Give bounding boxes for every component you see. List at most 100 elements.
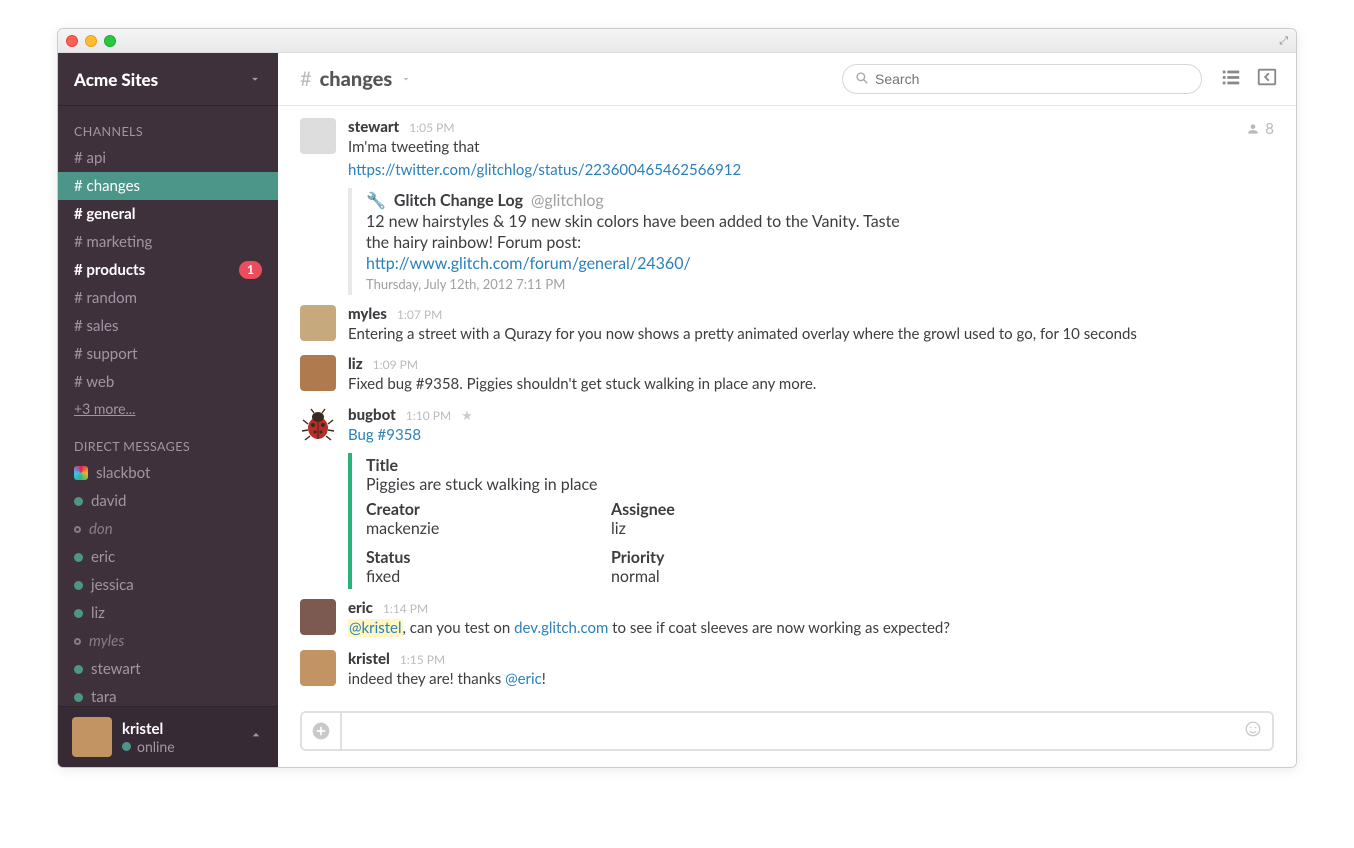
presence-dot-icon	[74, 581, 83, 590]
channel-label: # marketing	[74, 230, 152, 254]
field-label: Assignee	[611, 500, 856, 519]
message-author[interactable]: myles	[348, 305, 387, 323]
link[interactable]: https://twitter.com/glitchlog/status/223…	[348, 161, 741, 179]
message-time: 1:15 PM	[400, 652, 445, 667]
sidebar-channel-sales[interactable]: # sales	[58, 312, 278, 340]
link[interactable]: dev.glitch.com	[514, 619, 608, 637]
sidebar-channel-changes[interactable]: # changes	[58, 172, 278, 200]
sidebar-channel-marketing[interactable]: # marketing	[58, 228, 278, 256]
minimize-window-icon[interactable]	[85, 35, 97, 47]
dm-label: stewart	[91, 657, 141, 681]
self-status-row[interactable]: kristel online	[58, 706, 278, 767]
toggle-pane-icon[interactable]	[1256, 66, 1278, 93]
unfurl-text: the hairy rainbow! Forum post:	[366, 233, 1274, 252]
sidebar-channel-products[interactable]: # products1	[58, 256, 278, 284]
close-window-icon[interactable]	[66, 35, 78, 47]
message: 8stewart1:05 PMIm'ma tweeting thathttps:…	[300, 118, 1274, 295]
fullscreen-icon[interactable]: ⤢	[1279, 34, 1288, 48]
unread-badge: 1	[239, 261, 262, 279]
sidebar-dm-liz[interactable]: liz	[58, 599, 278, 627]
channel-label: # general	[74, 202, 135, 226]
message-author[interactable]: bugbot	[348, 406, 396, 424]
message-author[interactable]: stewart	[348, 118, 399, 136]
channel-label: # random	[74, 286, 137, 310]
message-author[interactable]: liz	[348, 355, 363, 373]
sidebar-dm-slackbot[interactable]: slackbot	[58, 459, 278, 487]
presence-dot-icon	[74, 497, 83, 506]
field-value: mackenzie	[366, 519, 611, 538]
message-text: Entering a street with a Qurazy for you …	[348, 324, 1274, 346]
hash-icon: #	[300, 67, 312, 91]
emoji-icon[interactable]	[1244, 720, 1262, 742]
dm-label: david	[91, 489, 126, 513]
field-label: Creator	[366, 500, 611, 519]
presence-dot-icon	[122, 742, 131, 751]
sidebar-dm-jessica[interactable]: jessica	[58, 571, 278, 599]
message: bugbot1:10 PM★Bug #9358TitlePiggies are …	[300, 406, 1274, 589]
message-author[interactable]: eric	[348, 599, 373, 617]
field-value: normal	[611, 567, 856, 586]
member-count[interactable]: 8	[1246, 120, 1274, 138]
sidebar-dm-david[interactable]: david	[58, 487, 278, 515]
mention[interactable]: @eric	[505, 670, 542, 688]
avatar	[300, 355, 336, 391]
sidebar-dm-tara[interactable]: tara	[58, 683, 278, 706]
message-time: 1:10 PM	[406, 408, 451, 423]
unfurl-text: 12 new hairstyles & 19 new skin colors h…	[366, 212, 1274, 231]
dms-header: DIRECT MESSAGES	[58, 421, 278, 459]
avatar	[300, 599, 336, 635]
channel-name: changes	[320, 67, 393, 91]
star-icon[interactable]: ★	[461, 407, 473, 424]
team-switcher[interactable]: Acme Sites	[58, 53, 278, 106]
activity-icon[interactable]	[1220, 66, 1242, 93]
sidebar-channel-support[interactable]: # support	[58, 340, 278, 368]
sidebar-channel-api[interactable]: # api	[58, 144, 278, 172]
sidebar-dm-don[interactable]: don	[58, 515, 278, 543]
message-author[interactable]: kristel	[348, 650, 390, 668]
field-label: Title	[366, 456, 1274, 475]
link[interactable]: http://www.glitch.com/forum/general/2436…	[366, 254, 691, 273]
message-input[interactable]	[352, 713, 1244, 749]
channel-header: # changes	[278, 53, 1296, 106]
field-value: liz	[611, 519, 856, 538]
avatar	[72, 717, 112, 757]
chevron-up-icon	[248, 727, 264, 747]
dm-label: slackbot	[96, 461, 150, 485]
sidebar: Acme Sites CHANNELS # api# changes# gene…	[58, 53, 278, 767]
message: kristel 1:15 PM indeed they are! thanks @e…	[300, 650, 1274, 691]
dm-label: jessica	[91, 573, 134, 597]
message-list[interactable]: 8stewart1:05 PMIm'ma tweeting thathttps:…	[278, 106, 1296, 710]
sidebar-dm-stewart[interactable]: stewart	[58, 655, 278, 683]
presence-dot-icon	[74, 609, 83, 618]
message-input-wrap	[340, 711, 1274, 751]
self-name: kristel	[122, 720, 175, 738]
sidebar-dm-myles[interactable]: myles	[58, 627, 278, 655]
service-icon: 🔧	[366, 191, 386, 210]
search-box[interactable]	[842, 64, 1202, 94]
sidebar-channel-web[interactable]: # web	[58, 368, 278, 396]
zoom-window-icon[interactable]	[104, 35, 116, 47]
message-time: 1:14 PM	[383, 601, 428, 616]
search-input[interactable]	[875, 71, 1189, 87]
message: myles1:07 PMEntering a street with a Qur…	[300, 305, 1274, 346]
message-text: indeed they are! thanks @eric!	[348, 669, 1274, 691]
mention[interactable]: @kristel	[348, 619, 403, 637]
presence-dot-icon	[74, 526, 81, 533]
channel-label: # changes	[74, 174, 140, 198]
message-text: Fixed bug #9358. Piggies shouldn't get s…	[348, 374, 1274, 396]
sidebar-channel-random[interactable]: # random	[58, 284, 278, 312]
channel-title[interactable]: # changes	[300, 67, 412, 91]
channel-label: # api	[74, 146, 106, 170]
presence-dot-icon	[74, 638, 81, 645]
channels-more[interactable]: +3 more...	[58, 396, 278, 421]
dm-label: eric	[91, 545, 115, 569]
slackbot-icon	[74, 466, 88, 480]
sidebar-dm-eric[interactable]: eric	[58, 543, 278, 571]
link[interactable]: Bug #9358	[348, 426, 421, 444]
message-composer	[278, 710, 1296, 767]
message-time: 1:09 PM	[373, 357, 418, 372]
team-name: Acme Sites	[74, 69, 158, 90]
presence-dot-icon	[74, 665, 83, 674]
sidebar-channel-general[interactable]: # general	[58, 200, 278, 228]
attach-button[interactable]	[300, 711, 340, 751]
